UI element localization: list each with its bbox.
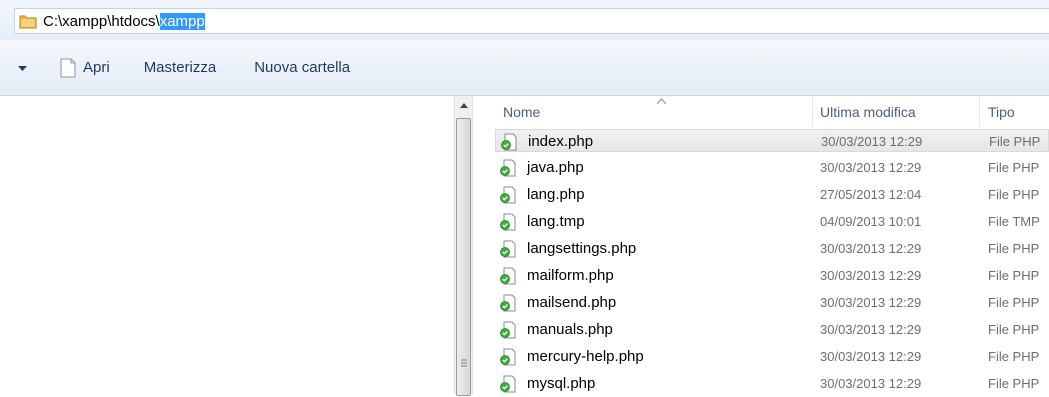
scroll-thumb[interactable] (456, 118, 471, 396)
file-name: lang.php (527, 186, 585, 203)
file-type: File PHP (988, 268, 1040, 283)
file-row[interactable]: lang.tmp 04/09/2013 10:01 File TMP (495, 210, 1049, 233)
file-type: File PHP (988, 349, 1040, 364)
file-modified: 30/03/2013 12:29 (820, 241, 922, 256)
file-type: File PHP (988, 322, 1040, 337)
file-name: mailform.php (527, 267, 614, 284)
grip-icon (461, 359, 467, 367)
file-name: java.php (527, 159, 584, 176)
file-type: File PHP (988, 295, 1040, 310)
php-file-icon (499, 267, 517, 285)
address-bar: C:\xampp\htdocs\ xampp (0, 0, 1049, 41)
file-type: File PHP (988, 241, 1040, 256)
file-modified: 30/03/2013 12:29 (820, 376, 922, 391)
file-row[interactable]: manuals.php 30/03/2013 12:29 File PHP (495, 318, 1049, 341)
command-toolbar: Apri Masterizza Nuova cartella (0, 40, 1049, 96)
column-divider[interactable] (812, 96, 813, 126)
vertical-scrollbar[interactable] (454, 96, 473, 396)
file-type: File PHP (988, 160, 1040, 175)
file-name: mercury-help.php (527, 348, 644, 365)
php-file-icon (499, 375, 517, 393)
file-row[interactable]: index.php 30/03/2013 12:29 File PHP (495, 129, 1049, 152)
file-row[interactable]: mysql.php 30/03/2013 12:29 File PHP (495, 372, 1049, 395)
file-name: mailsend.php (527, 294, 617, 311)
file-type: File TMP (988, 214, 1040, 229)
file-modified: 30/03/2013 12:29 (820, 160, 922, 175)
php-file-icon (499, 294, 517, 312)
scroll-up-arrow-icon[interactable] (455, 96, 472, 114)
file-modified: 30/03/2013 12:29 (820, 268, 922, 283)
path-selected-text[interactable]: xampp (159, 12, 205, 30)
file-modified: 30/03/2013 12:29 (821, 134, 923, 149)
column-name[interactable]: Nome (503, 104, 540, 120)
column-type[interactable]: Tipo (988, 104, 1015, 120)
file-modified: 27/05/2013 12:04 (820, 187, 922, 202)
file-row[interactable]: java.php 30/03/2013 12:29 File PHP (495, 156, 1049, 179)
column-divider[interactable] (979, 96, 980, 126)
burn-button[interactable]: Masterizza (132, 53, 229, 83)
file-list: Nome Ultima modifica Tipo index.php 30/03… (472, 96, 1049, 394)
open-label: Apri (83, 59, 110, 76)
file-type: File PHP (989, 134, 1041, 149)
php-file-icon (499, 240, 517, 258)
php-file-icon (499, 159, 517, 177)
php-file-icon (500, 133, 518, 151)
file-modified: 30/03/2013 12:29 (820, 322, 922, 337)
sort-ascending-icon (656, 96, 667, 106)
chevron-down-icon (18, 59, 27, 76)
path-prefix: C:\xampp\htdocs\ (43, 12, 160, 30)
new-folder-button[interactable]: Nuova cartella (242, 53, 362, 83)
document-icon (59, 58, 77, 78)
file-name: index.php (528, 133, 594, 150)
file-row[interactable]: mercury-help.php 30/03/2013 12:29 File PHP (495, 345, 1049, 368)
file-type: File PHP (988, 187, 1040, 202)
file-row[interactable]: langsettings.php 30/03/2013 12:29 File PHP (495, 237, 1049, 260)
php-file-icon (499, 213, 517, 231)
burn-label: Masterizza (143, 59, 217, 76)
file-name: langsettings.php (527, 240, 637, 257)
organize-dropdown[interactable] (0, 53, 47, 83)
file-modified: 30/03/2013 12:29 (820, 295, 922, 310)
folder-icon (19, 13, 37, 29)
file-type: File PHP (988, 376, 1040, 391)
address-field[interactable]: C:\xampp\htdocs\ xampp (14, 8, 1049, 34)
file-modified: 30/03/2013 12:29 (820, 349, 922, 364)
php-file-icon (499, 186, 517, 204)
column-modified[interactable]: Ultima modifica (820, 104, 916, 120)
php-file-icon (499, 321, 517, 339)
file-name: lang.tmp (527, 213, 585, 230)
file-row[interactable]: mailform.php 30/03/2013 12:29 File PHP (495, 264, 1049, 287)
column-header: Nome Ultima modifica Tipo (472, 96, 1049, 126)
file-modified: 04/09/2013 10:01 (820, 214, 922, 229)
navigation-pane (0, 96, 452, 394)
open-button[interactable]: Apri (47, 53, 122, 83)
php-file-icon (499, 348, 517, 366)
file-row[interactable]: lang.php 27/05/2013 12:04 File PHP (495, 183, 1049, 206)
file-name: mysql.php (527, 375, 596, 392)
file-name: manuals.php (527, 321, 613, 338)
file-row[interactable]: mailsend.php 30/03/2013 12:29 File PHP (495, 291, 1049, 314)
new-folder-label: Nuova cartella (254, 59, 351, 76)
